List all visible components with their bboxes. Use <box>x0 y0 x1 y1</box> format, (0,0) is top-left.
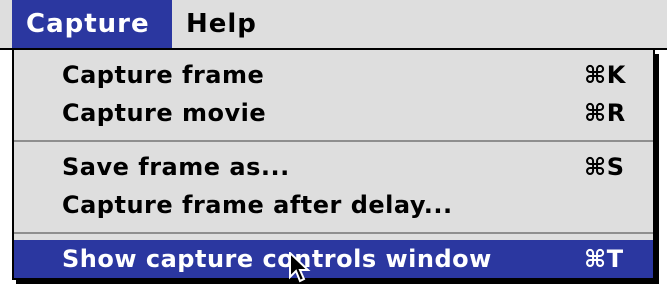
menu-item-capture-frame-after-delay[interactable]: Capture frame after delay... <box>14 186 653 224</box>
menu-item-shortcut: ⌘R <box>584 99 626 127</box>
menu-capture[interactable]: Capture <box>12 0 172 48</box>
menu-item-capture-movie[interactable]: Capture movie ⌘R <box>14 94 653 132</box>
menu-help[interactable]: Help <box>186 0 276 48</box>
menu-shadow-bottom <box>16 280 659 284</box>
menu-item-shortcut: ⌘K <box>584 61 626 89</box>
menu-separator <box>14 232 653 234</box>
menu-item-save-frame-as[interactable]: Save frame as... ⌘S <box>14 148 653 186</box>
menu-bar: Capture Help <box>0 0 667 50</box>
menu-item-capture-frame[interactable]: Capture frame ⌘K <box>14 56 653 94</box>
menu-item-label: Capture frame after delay... <box>62 191 453 219</box>
menu-item-shortcut: ⌘S <box>584 153 625 181</box>
menu-item-show-capture-controls-window[interactable]: Show capture controls window ⌘T <box>14 240 653 278</box>
menu-separator <box>14 140 653 142</box>
menu-item-label: Capture frame <box>62 61 265 89</box>
menu-item-shortcut: ⌘T <box>584 245 624 273</box>
menu-shadow-right <box>655 54 659 284</box>
arrow-cursor-icon <box>289 252 311 283</box>
menu-item-label: Capture movie <box>62 99 267 127</box>
menu-item-label: Save frame as... <box>62 153 290 181</box>
capture-dropdown-menu: Capture frame ⌘K Capture movie ⌘R Save f… <box>12 50 655 280</box>
menu-item-label: Show capture controls window <box>62 245 492 273</box>
